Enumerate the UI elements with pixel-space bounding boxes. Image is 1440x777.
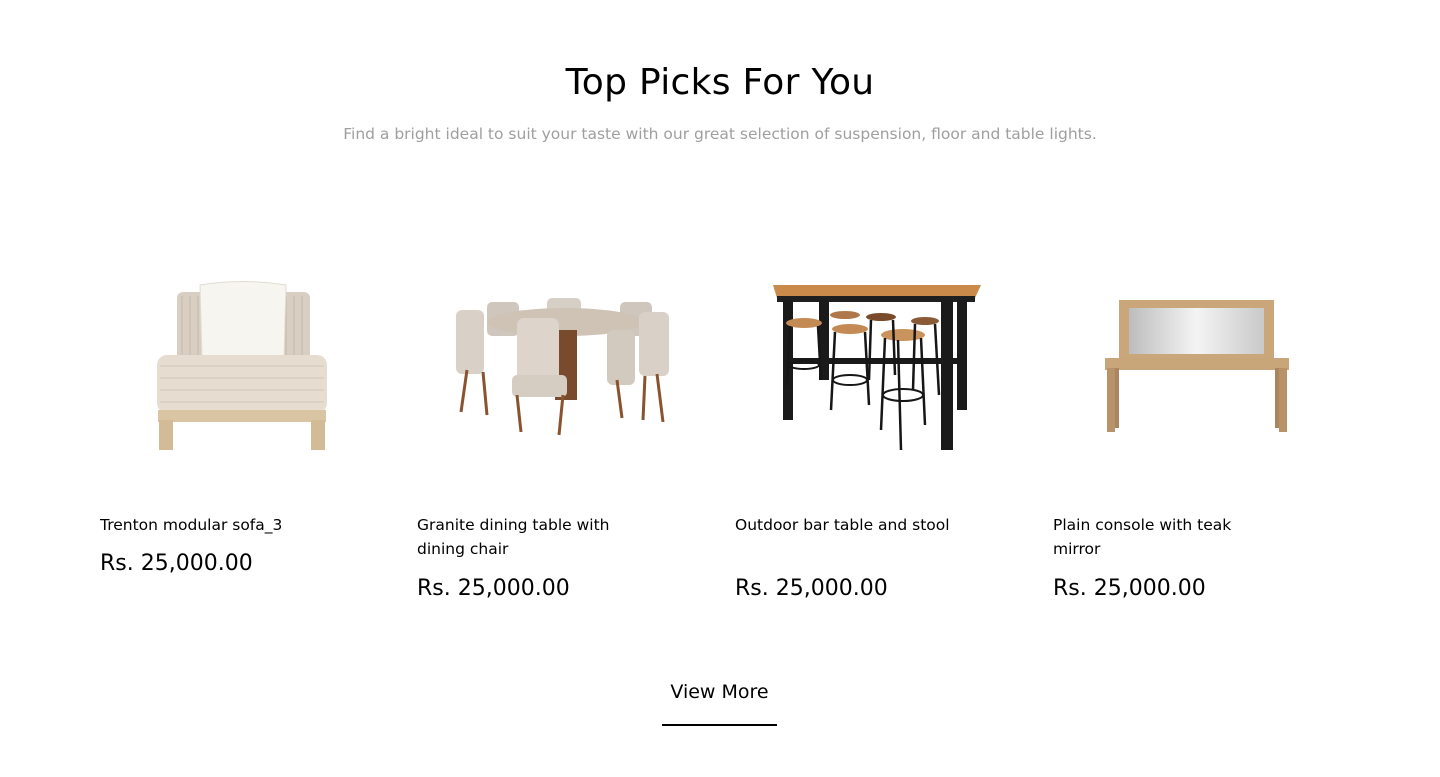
- product-price: Rs. 25,000.00: [417, 576, 570, 601]
- product-card[interactable]: Trenton modular sofa_3 Rs. 25,000.00: [100, 230, 387, 620]
- view-more-link[interactable]: View More: [662, 678, 777, 726]
- product-grid: Trenton modular sofa_3 Rs. 25,000.00 Gra…: [100, 230, 1370, 620]
- product-name[interactable]: Granite dining table with dining chair: [417, 513, 637, 561]
- product-name[interactable]: Trenton modular sofa_3: [100, 513, 350, 537]
- product-price: Rs. 25,000.00: [735, 576, 888, 601]
- console-mirror-image[interactable]: [1053, 230, 1340, 490]
- product-price: Rs. 25,000.00: [1053, 576, 1206, 601]
- modular-sofa-image[interactable]: [100, 230, 387, 490]
- section-title: Top Picks For You: [565, 62, 875, 103]
- product-card[interactable]: Outdoor bar table and stool Rs. 25,000.0…: [735, 230, 1022, 620]
- section-subtitle: Find a bright ideal to suit your taste w…: [343, 125, 1097, 143]
- bar-table-stools-image[interactable]: [735, 230, 1022, 490]
- product-card[interactable]: Plain console with teak mirror Rs. 25,00…: [1053, 230, 1340, 620]
- product-price: Rs. 25,000.00: [100, 551, 253, 576]
- product-card[interactable]: Granite dining table with dining chair R…: [417, 230, 704, 620]
- dining-table-set-image[interactable]: [417, 230, 704, 490]
- product-name[interactable]: Plain console with teak mirror: [1053, 513, 1273, 561]
- product-name[interactable]: Outdoor bar table and stool: [735, 513, 955, 537]
